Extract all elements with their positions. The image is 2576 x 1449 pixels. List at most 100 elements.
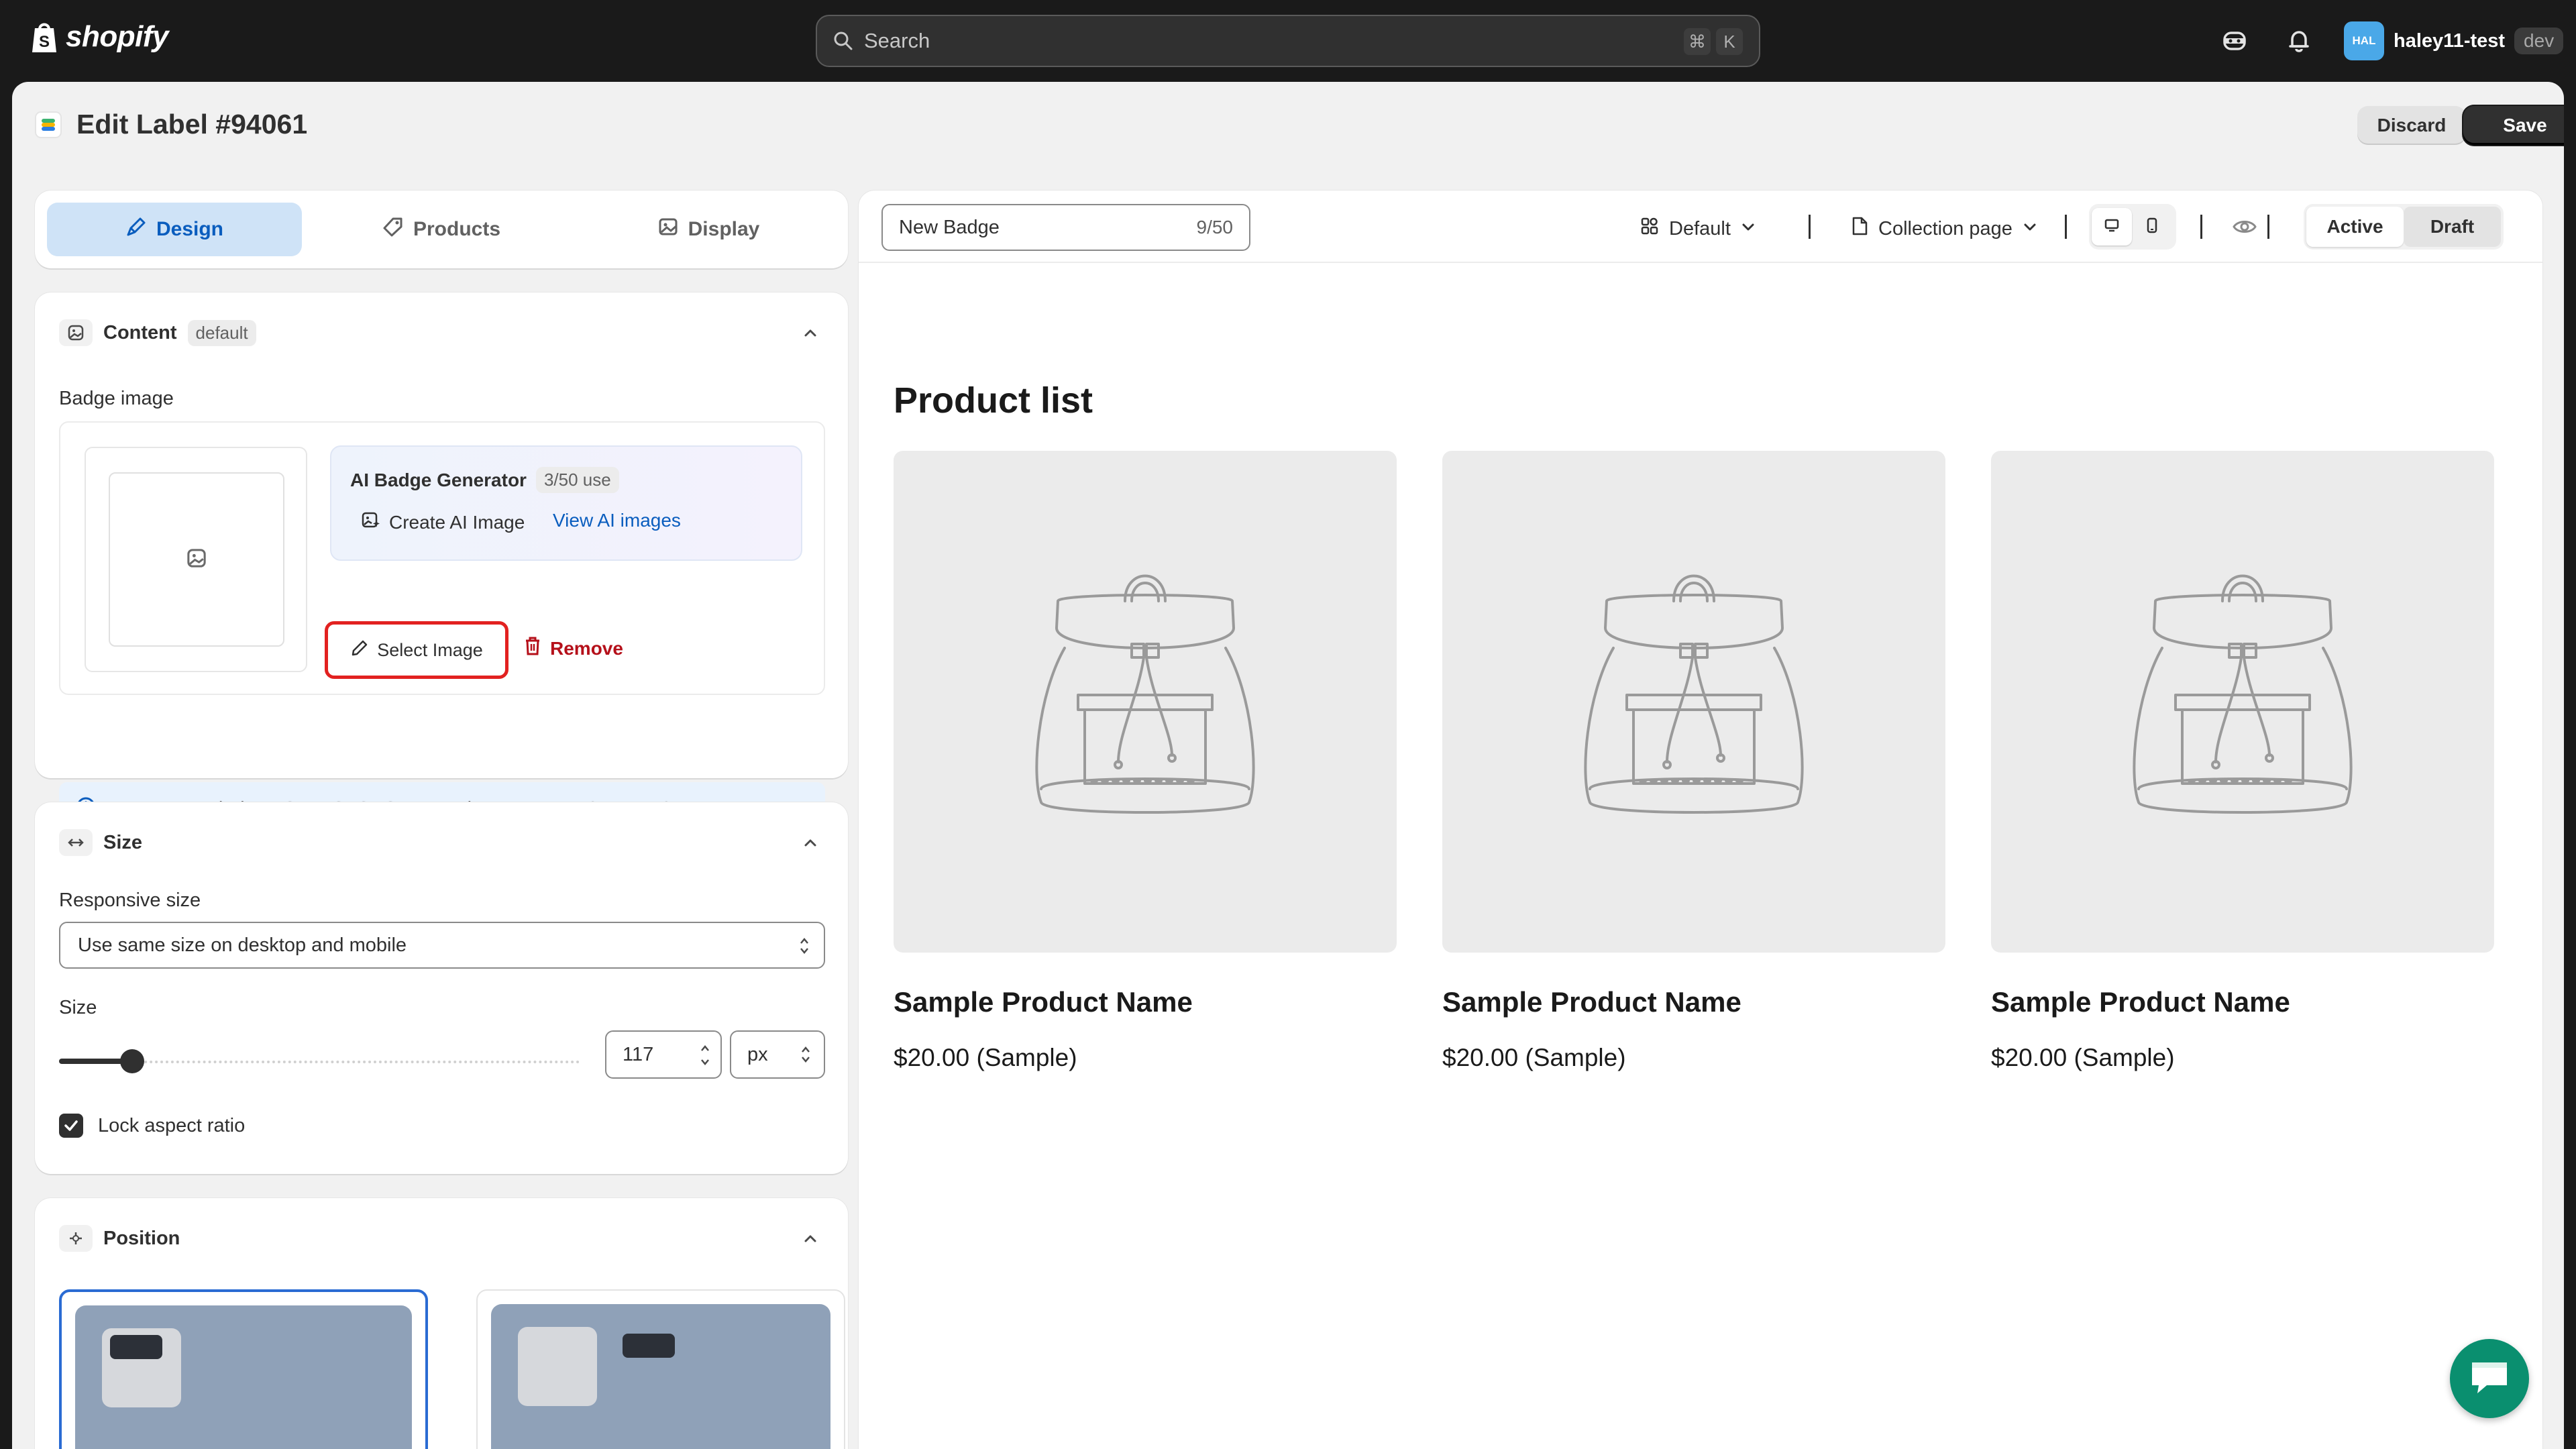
trash-icon <box>523 636 542 661</box>
product-price: $20.00 (Sample) <box>1442 1044 1626 1071</box>
collapse-chevron-icon[interactable] <box>800 832 821 853</box>
app-icon <box>35 111 62 138</box>
status-toggle: Active Draft <box>2304 204 2504 250</box>
size-number-input[interactable]: 117 <box>605 1030 722 1079</box>
responsive-size-select[interactable]: Use same size on desktop and mobile <box>59 922 825 969</box>
lock-aspect-ratio-label: Lock aspect ratio <box>98 1114 246 1136</box>
select-image-label: Select Image <box>377 639 483 660</box>
desktop-view-button[interactable] <box>2092 208 2132 246</box>
store-menu[interactable]: HAL haley11-test dev <box>2344 21 2564 60</box>
shopify-logo[interactable]: S shopify <box>30 20 168 54</box>
tab-display[interactable]: Display <box>581 203 836 256</box>
remove-button[interactable]: Remove <box>523 636 623 661</box>
size-section: Size Responsive size Use same size on de… <box>35 802 848 1174</box>
position-option-top-left[interactable] <box>59 1289 428 1449</box>
preview-panel: New Badge 9/50 Default Collection page A… <box>859 191 2542 1449</box>
position-preview <box>491 1304 830 1449</box>
collapse-chevron-icon[interactable] <box>800 322 821 343</box>
tab-products[interactable]: Products <box>314 203 569 256</box>
tab-design-label: Design <box>156 218 224 240</box>
unit-select[interactable]: px <box>730 1030 825 1079</box>
product-card: Sample Product Name $20.00 (Sample) <box>1991 451 2494 1072</box>
status-active-button[interactable]: Active <box>2306 207 2404 247</box>
page-type-dropdown[interactable]: Collection page <box>1850 216 2038 241</box>
stepper-arrows-icon[interactable] <box>699 1038 711 1072</box>
search-input[interactable]: Search ⌘ K <box>816 15 1760 67</box>
theme-dropdown[interactable]: Default <box>1640 216 1756 241</box>
position-preview <box>75 1305 412 1449</box>
page-header: Edit Label #94061 Discard Save <box>12 82 2564 169</box>
size-section-header[interactable]: Size <box>59 829 142 856</box>
responsive-size-value: Use same size on desktop and mobile <box>78 934 407 956</box>
search-placeholder: Search <box>864 29 930 52</box>
avatar: HAL <box>2344 21 2384 60</box>
mobile-view-button[interactable] <box>2132 208 2172 246</box>
select-arrows-icon <box>800 1044 812 1065</box>
toolbar-divider <box>2065 215 2067 239</box>
discard-button[interactable]: Discard <box>2357 106 2466 145</box>
image-icon <box>59 319 93 346</box>
chat-icon <box>2468 1357 2511 1401</box>
position-badge-marker <box>110 1335 162 1359</box>
collapse-chevron-icon[interactable] <box>800 1228 821 1249</box>
chevron-down-icon <box>2022 218 2038 240</box>
editor-tabs: Design Products Display <box>35 191 848 268</box>
position-badge-marker <box>623 1334 675 1358</box>
eye-preview-icon[interactable] <box>2231 213 2258 244</box>
position-option-top-right[interactable] <box>476 1289 845 1449</box>
select-image-content: Select Image <box>350 639 483 662</box>
size-slider-handle[interactable] <box>119 1049 144 1073</box>
position-section-title: Position <box>103 1227 180 1249</box>
badge-preview[interactable] <box>109 472 284 647</box>
size-label: Size <box>59 997 97 1018</box>
remove-label: Remove <box>550 637 623 659</box>
badge-name-input[interactable]: New Badge 9/50 <box>881 204 1250 251</box>
lock-aspect-ratio-checkbox[interactable] <box>59 1114 83 1138</box>
display-icon <box>657 216 679 243</box>
mobile-icon <box>2143 217 2161 237</box>
image-placeholder-icon <box>185 547 208 573</box>
view-ai-images-link[interactable]: View AI images <box>553 510 681 531</box>
status-draft-button[interactable]: Draft <box>2404 207 2501 247</box>
shopify-bag-icon: S <box>32 23 56 52</box>
position-section-header[interactable]: Position <box>59 1225 180 1252</box>
command-key-hint: ⌘ <box>1684 28 1711 55</box>
content-section-title: Content <box>103 321 177 343</box>
size-section-title: Size <box>103 831 143 853</box>
chevron-down-icon <box>1740 218 1756 240</box>
badge-preview-frame <box>85 447 307 672</box>
toolbar-divider <box>1809 215 1811 239</box>
assistant-icon[interactable] <box>2219 25 2250 56</box>
select-image-button[interactable]: Select Image <box>325 621 508 679</box>
tab-design[interactable]: Design <box>47 203 302 256</box>
theme-label: Default <box>1669 217 1731 239</box>
main-frame: Edit Label #94061 Discard Save Design Pr… <box>12 82 2564 1449</box>
create-ai-image-button[interactable]: Create AI Image <box>361 510 525 535</box>
tab-display-label: Display <box>688 218 760 240</box>
tab-products-label: Products <box>413 218 501 240</box>
lock-aspect-ratio-row[interactable]: Lock aspect ratio <box>59 1114 245 1138</box>
save-button[interactable]: Save <box>2463 106 2564 145</box>
chat-button[interactable] <box>2450 1339 2529 1418</box>
toolbar-divider <box>2267 215 2269 239</box>
desktop-icon <box>2103 217 2121 237</box>
paintbrush-icon <box>125 216 147 243</box>
ai-badge-generator: AI Badge Generator 3/50 use Create AI Im… <box>330 445 802 561</box>
page-title: Edit Label #94061 <box>76 109 308 140</box>
page-type-label: Collection page <box>1878 217 2012 239</box>
content-section-header[interactable]: Content default <box>59 319 256 346</box>
badge-image-box: AI Badge Generator 3/50 use Create AI Im… <box>59 421 825 695</box>
unit-value: px <box>747 1043 768 1065</box>
size-number-value: 117 <box>623 1043 654 1065</box>
badge-image-label: Badge image <box>59 388 174 409</box>
product-card: Sample Product Name $20.00 (Sample) <box>894 451 1397 1072</box>
position-section: Position <box>35 1198 848 1449</box>
resize-arrows-icon <box>59 829 93 856</box>
toolbar-divider <box>2200 215 2202 239</box>
device-toggle <box>2089 204 2176 250</box>
k-key-hint: K <box>1716 28 1743 55</box>
badge-name-value: New Badge <box>899 216 1000 238</box>
default-badge: default <box>187 319 256 346</box>
ai-generator-title: AI Badge Generator <box>350 469 527 490</box>
notification-bell-icon[interactable] <box>2284 25 2314 56</box>
